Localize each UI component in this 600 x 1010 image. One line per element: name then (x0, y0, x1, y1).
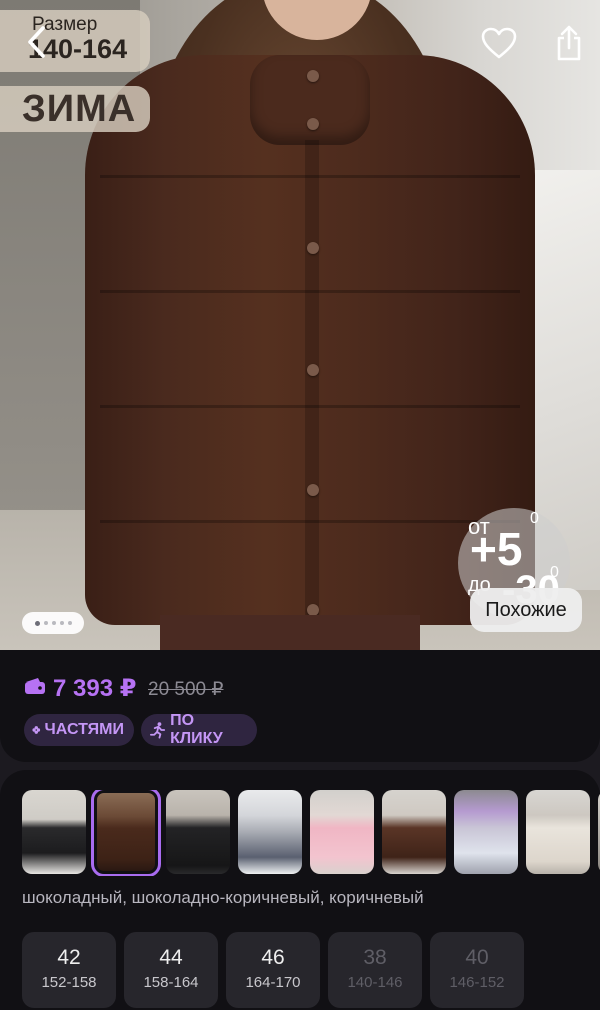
coat-seam (100, 175, 520, 178)
similar-button[interactable]: Похожие (470, 588, 582, 632)
size-number: 44 (159, 946, 183, 969)
color-swatch-list[interactable] (22, 790, 600, 876)
clover-icon (32, 726, 41, 734)
size-number: 38 (363, 946, 387, 969)
page-dot (43, 621, 48, 625)
season-label: ЗИМА (22, 88, 137, 130)
season-tag: ЗИМА (0, 86, 150, 132)
size-height: 158-164 (143, 974, 199, 991)
color-swatch[interactable] (454, 790, 518, 874)
coat-button (307, 484, 319, 496)
share-button[interactable] (548, 20, 590, 66)
page-dot-active (34, 620, 40, 626)
size-height: 140-146 (347, 974, 403, 991)
variants-card: шоколадный, шоколадно-коричневый, коричн… (0, 770, 600, 1010)
chip-label: ЧАСТЯМИ (44, 721, 124, 738)
share-icon (557, 25, 581, 61)
price-card: 7 393 ₽ 20 500 ₽ ЧАСТЯМИ ПО КЛИКУ (0, 650, 600, 762)
coat-button (307, 242, 319, 254)
chip-label: ПО КЛИКУ (170, 712, 223, 747)
size-option-unavailable[interactable]: 38 140-146 (328, 932, 422, 1008)
chevron-left-icon (28, 26, 45, 58)
heart-icon (481, 27, 517, 59)
coat-collar (250, 55, 370, 145)
page-dot (67, 621, 72, 625)
size-height: 164-170 (245, 974, 301, 991)
pay-in-parts-chip[interactable]: ЧАСТЯМИ (24, 714, 134, 746)
model-pants (160, 615, 420, 650)
page-dot (51, 621, 56, 625)
color-swatch[interactable] (22, 790, 86, 874)
color-swatch[interactable] (166, 790, 230, 874)
coat-button (307, 364, 319, 376)
size-option[interactable]: 46 164-170 (226, 932, 320, 1008)
favorite-button[interactable] (478, 22, 520, 64)
buy-by-click-chip[interactable]: ПО КЛИКУ (141, 712, 257, 747)
coat-button (307, 118, 319, 130)
color-swatch[interactable] (382, 790, 446, 874)
size-number: 40 (465, 946, 489, 969)
current-price: 7 393 ₽ (53, 675, 137, 702)
coat-placket (305, 140, 319, 620)
degree-sign: 0 (550, 564, 559, 581)
page-dot (59, 621, 64, 625)
coat-seam (100, 520, 520, 523)
color-swatch-selected[interactable] (91, 790, 161, 876)
size-number: 42 (57, 946, 81, 969)
product-photo[interactable]: Размер 140-164 ЗИМА от +5 0 до -30 0 Пох… (0, 0, 600, 650)
coat-seam (100, 405, 520, 408)
size-option[interactable]: 42 152-158 (22, 932, 116, 1008)
coat-button (307, 70, 319, 82)
size-number: 46 (261, 946, 285, 969)
wallet-icon (25, 678, 45, 694)
coat-seam (100, 290, 520, 293)
runner-icon (149, 722, 166, 739)
back-button[interactable] (18, 22, 54, 62)
degree-sign: 0 (530, 510, 539, 527)
gallery-page-indicator (22, 612, 84, 634)
old-price: 20 500 ₽ (148, 679, 224, 700)
color-swatch[interactable] (310, 790, 374, 874)
size-height: 152-158 (41, 974, 97, 991)
selected-color-names: шоколадный, шоколадно-коричневый, коричн… (22, 888, 424, 907)
color-swatch[interactable] (238, 790, 302, 874)
size-option[interactable]: 44 158-164 (124, 932, 218, 1008)
size-option-unavailable[interactable]: 40 146-152 (430, 932, 524, 1008)
size-height: 146-152 (449, 974, 505, 991)
color-swatch[interactable] (526, 790, 590, 874)
